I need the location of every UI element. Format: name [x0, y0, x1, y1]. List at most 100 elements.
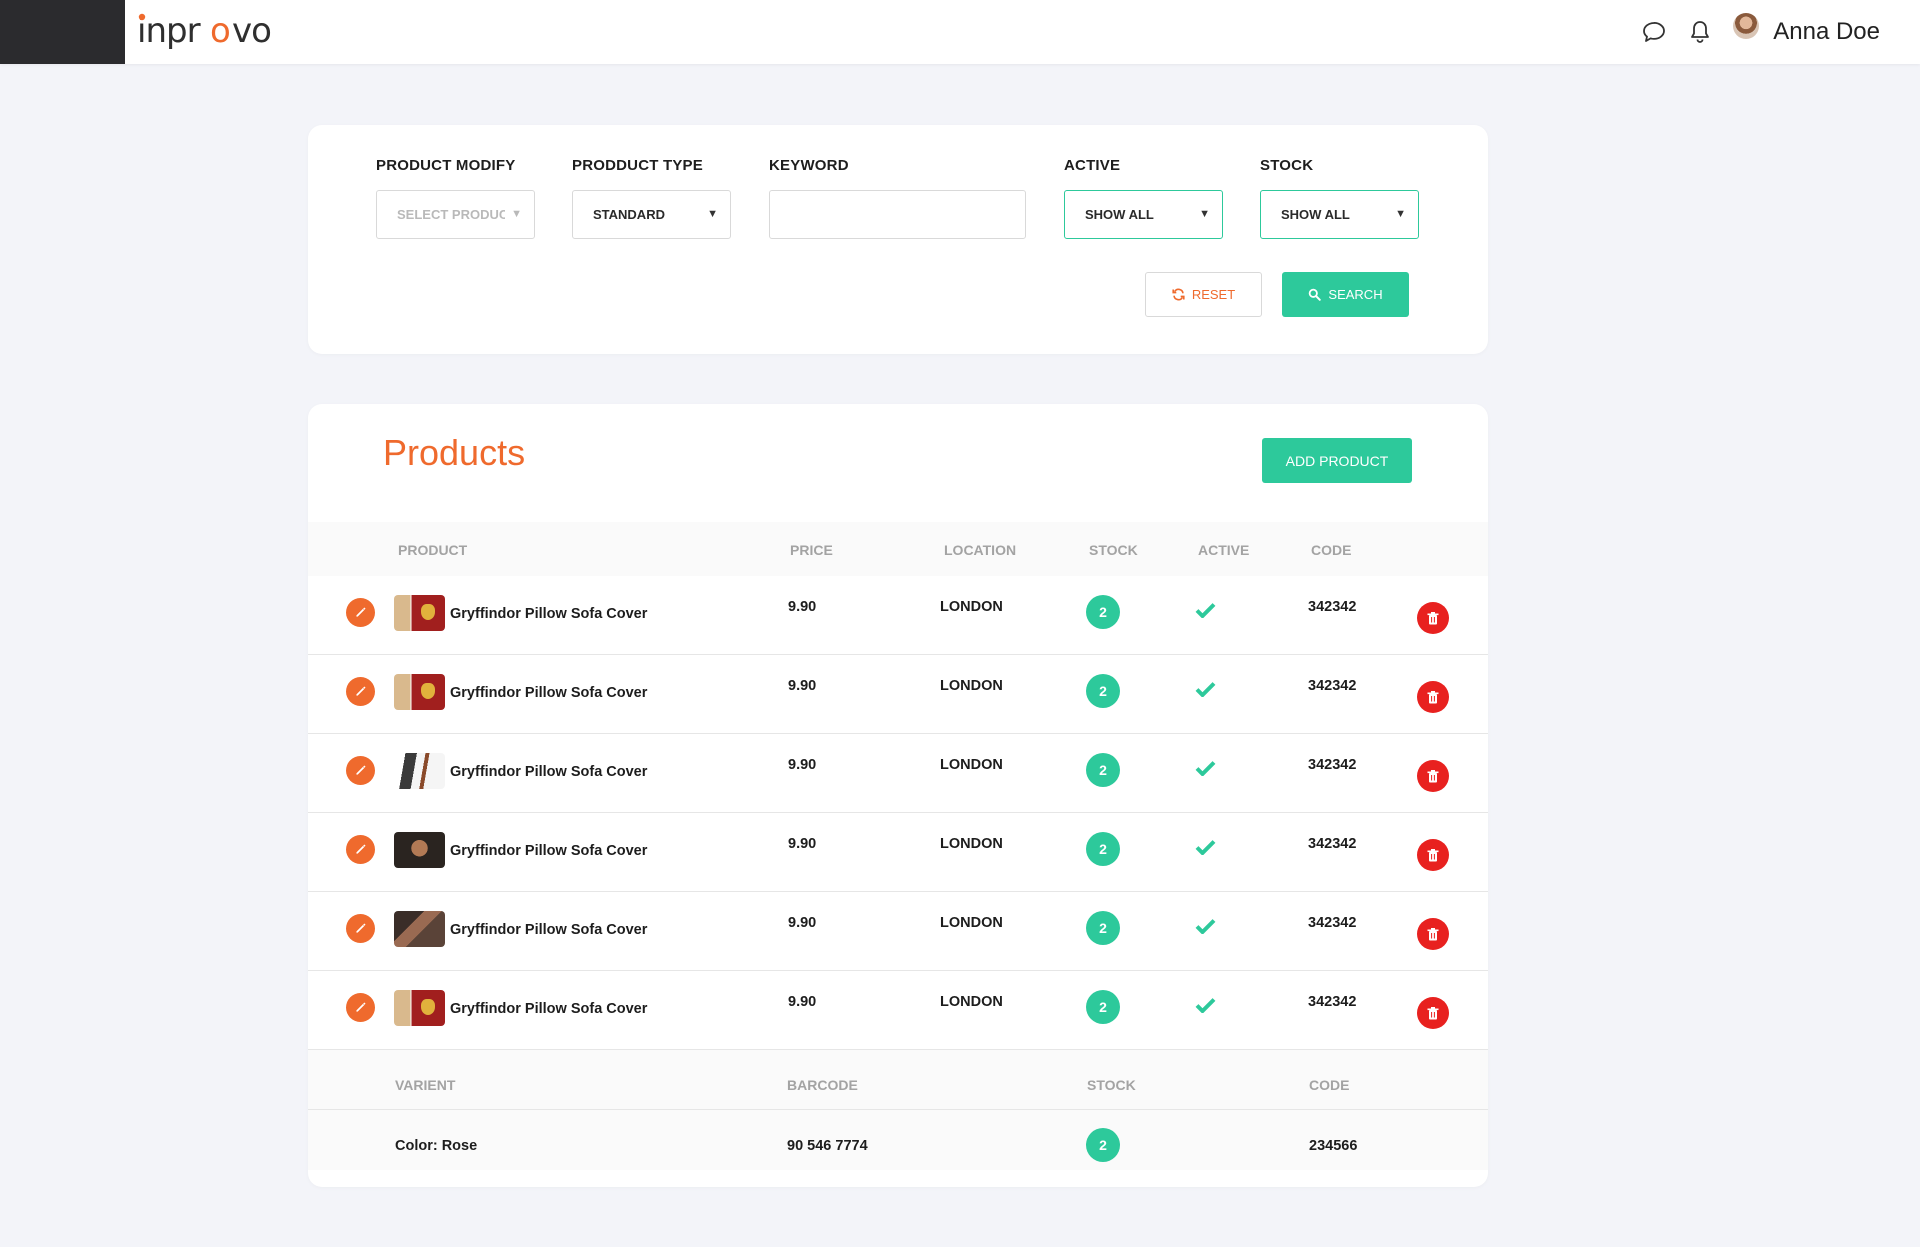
edit-pencil-icon[interactable] [346, 835, 375, 864]
chevron-down-icon: ▼ [1199, 208, 1210, 220]
product-type-label: PRODDUCT TYPE [572, 157, 703, 174]
product-location: LONDON [940, 915, 1003, 931]
bell-icon[interactable] [1687, 19, 1713, 45]
column-header-code[interactable]: CODE [1311, 542, 1351, 558]
stock-badge: 2 [1086, 595, 1120, 629]
product-price: 9.90 [788, 994, 817, 1010]
active-select[interactable]: SHOW ALL ▼ [1064, 190, 1223, 239]
product-modify-label: PRODUCT MODIFY [376, 157, 516, 174]
column-header-product[interactable]: PRODUCT [398, 542, 467, 558]
product-price: 9.90 [788, 757, 817, 773]
variant-table-header: VARIENT BARCODE STOCK CODE [308, 1050, 1488, 1110]
product-code: 342342 [1308, 994, 1357, 1010]
column-header-variant-stock[interactable]: STOCK [1087, 1077, 1136, 1093]
product-name[interactable]: Gryffindor Pillow Sofa Cover [450, 764, 647, 780]
check-icon [1195, 602, 1216, 623]
edit-pencil-icon[interactable] [346, 993, 375, 1022]
svg-text:vo: vo [232, 11, 271, 51]
user-name[interactable]: Anna Doe [1773, 18, 1880, 46]
chevron-down-icon: ▼ [1395, 208, 1406, 220]
product-name[interactable]: Gryffindor Pillow Sofa Cover [450, 1001, 647, 1017]
trash-icon[interactable] [1417, 602, 1449, 634]
stock-badge: 2 [1086, 674, 1120, 708]
product-price: 9.90 [788, 678, 817, 694]
product-code: 342342 [1308, 915, 1357, 931]
edit-pencil-icon[interactable] [346, 598, 375, 627]
add-product-button[interactable]: ADD PRODUCT [1262, 438, 1412, 483]
stock-badge: 2 [1086, 753, 1120, 787]
product-name[interactable]: Gryffindor Pillow Sofa Cover [450, 685, 647, 701]
chevron-down-icon: ▼ [707, 208, 718, 220]
stock-label: STOCK [1260, 157, 1314, 174]
table-row[interactable]: Gryffindor Pillow Sofa Cover 9.90 LONDON… [308, 576, 1488, 655]
stock-value: SHOW ALL [1281, 207, 1350, 222]
search-icon [1309, 288, 1322, 301]
active-label: ACTIVE [1064, 157, 1121, 174]
column-header-variant-code[interactable]: CODE [1309, 1077, 1349, 1093]
top-bar: inpr o vo Anna Doe [0, 0, 1920, 64]
reset-button[interactable]: RESET [1145, 272, 1262, 317]
column-header-stock[interactable]: STOCK [1089, 542, 1138, 558]
edit-pencil-icon[interactable] [346, 914, 375, 943]
trash-icon[interactable] [1417, 681, 1449, 713]
sidebar-toggle-area[interactable] [0, 0, 125, 64]
app-logo[interactable]: inpr o vo [137, 8, 287, 54]
search-button[interactable]: SEARCH [1282, 272, 1409, 317]
chat-icon[interactable] [1641, 19, 1667, 45]
table-row[interactable]: Gryffindor Pillow Sofa Cover 9.90 LONDON… [308, 971, 1488, 1050]
trash-icon[interactable] [1417, 997, 1449, 1029]
trash-icon[interactable] [1417, 760, 1449, 792]
stock-badge: 2 [1086, 911, 1120, 945]
svg-text:o: o [210, 11, 231, 51]
product-modify-select[interactable]: SELECT PRODUCT ▼ [376, 190, 535, 239]
product-price: 9.90 [788, 915, 817, 931]
reset-label: RESET [1191, 287, 1236, 302]
table-row[interactable]: Gryffindor Pillow Sofa Cover 9.90 LONDON… [308, 813, 1488, 892]
table-row[interactable]: Gryffindor Pillow Sofa Cover 9.90 LONDON… [308, 655, 1488, 734]
column-header-price[interactable]: PRICE [790, 542, 833, 558]
edit-pencil-icon[interactable] [346, 756, 375, 785]
product-modify-filter: PRODUCT MODIFY SELECT PRODUCT ▼ [376, 157, 535, 239]
variant-barcode: 90 546 7774 [787, 1138, 868, 1154]
check-icon [1195, 760, 1216, 781]
product-price: 9.90 [788, 836, 817, 852]
stock-select[interactable]: SHOW ALL ▼ [1260, 190, 1419, 239]
check-icon [1195, 681, 1216, 702]
product-name[interactable]: Gryffindor Pillow Sofa Cover [450, 606, 647, 622]
active-filter: ACTIVE SHOW ALL ▼ [1064, 157, 1223, 239]
stock-badge: 2 [1086, 990, 1120, 1024]
keyword-input[interactable] [769, 190, 1026, 239]
variant-row[interactable]: Color: Rose 90 546 7774 2 234566 [308, 1110, 1488, 1170]
column-header-active[interactable]: ACTIVE [1198, 542, 1249, 558]
table-header: PRODUCT PRICE LOCATION STOCK ACTIVE CODE [308, 522, 1488, 576]
product-name[interactable]: Gryffindor Pillow Sofa Cover [450, 843, 647, 859]
avatar[interactable] [1733, 13, 1760, 39]
product-code: 342342 [1308, 757, 1357, 773]
stock-badge: 2 [1086, 832, 1120, 866]
product-type-select[interactable]: STANDARD ▼ [572, 190, 731, 239]
active-value: SHOW ALL [1085, 207, 1154, 222]
table-row[interactable]: Gryffindor Pillow Sofa Cover 9.90 LONDON… [308, 892, 1488, 971]
products-panel: Products ADD PRODUCT PRODUCT PRICE LOCAT… [308, 404, 1488, 1187]
product-name[interactable]: Gryffindor Pillow Sofa Cover [450, 922, 647, 938]
trash-icon[interactable] [1417, 839, 1449, 871]
variant-code: 234566 [1309, 1138, 1358, 1154]
column-header-barcode[interactable]: BARCODE [787, 1077, 858, 1093]
product-thumbnail [394, 595, 445, 631]
edit-pencil-icon[interactable] [346, 677, 375, 706]
logo-graphic: inpr o vo [137, 11, 272, 51]
keyword-label: KEYWORD [769, 157, 849, 174]
product-thumbnail [394, 832, 445, 868]
trash-icon[interactable] [1417, 918, 1449, 950]
product-location: LONDON [940, 757, 1003, 773]
product-thumbnail [394, 911, 445, 947]
filter-panel: PRODUCT MODIFY SELECT PRODUCT ▼ PRODDUCT… [308, 125, 1488, 354]
product-thumbnail [394, 753, 445, 789]
refresh-icon [1172, 288, 1185, 301]
table-row[interactable]: Gryffindor Pillow Sofa Cover 9.90 LONDON… [308, 734, 1488, 813]
product-location: LONDON [940, 599, 1003, 615]
product-code: 342342 [1308, 678, 1357, 694]
column-header-variant[interactable]: VARIENT [395, 1077, 455, 1093]
column-header-location[interactable]: LOCATION [944, 542, 1016, 558]
stock-badge: 2 [1086, 1128, 1120, 1162]
